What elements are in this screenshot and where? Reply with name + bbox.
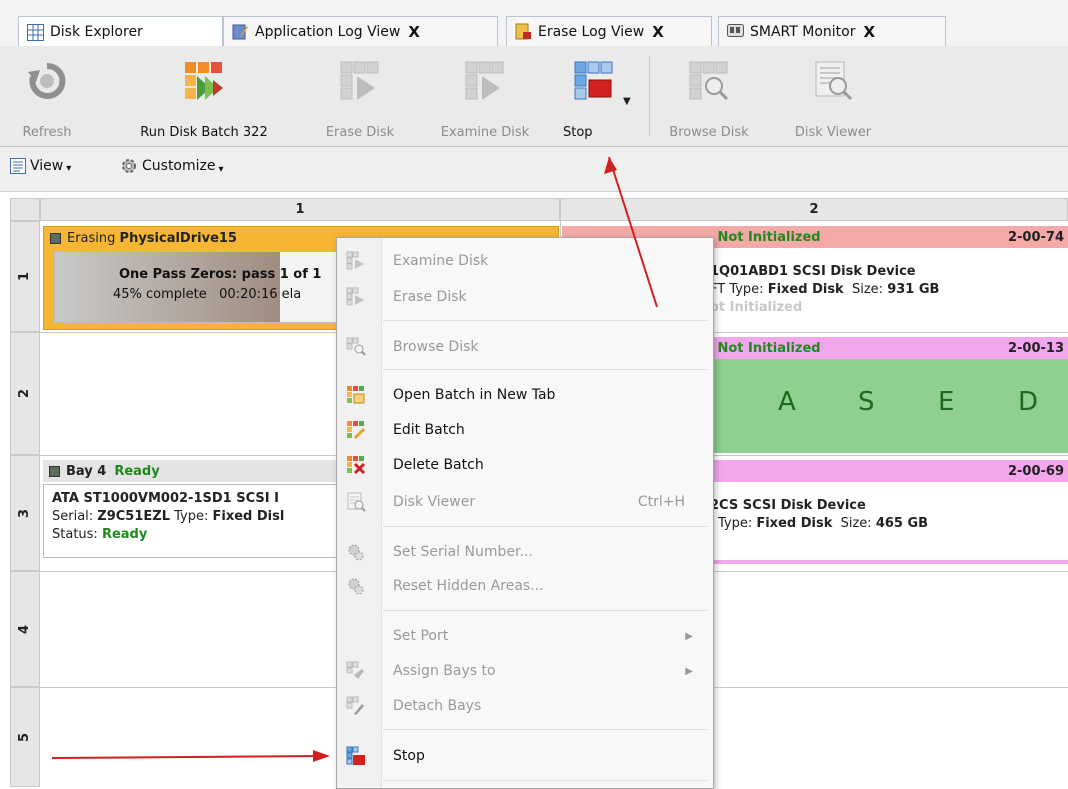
annotation-arrow-to-stop-menu-item xyxy=(51,750,330,762)
annotation-arrow-to-stop-button xyxy=(604,156,658,308)
annotation-arrows xyxy=(51,156,658,762)
